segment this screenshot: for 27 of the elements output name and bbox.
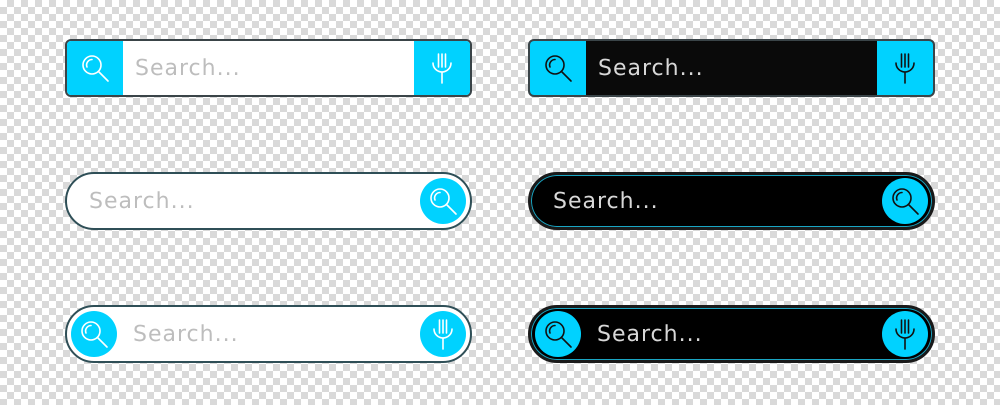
search-icon (79, 319, 109, 349)
search-icon (543, 319, 573, 349)
search-icon (428, 186, 458, 216)
search-icon (80, 53, 110, 83)
search-button[interactable] (530, 41, 586, 95)
search-field[interactable]: Search... (528, 305, 935, 363)
search-input[interactable]: Search... (586, 41, 877, 95)
search-field[interactable]: Search... (65, 305, 472, 363)
search-button[interactable] (882, 178, 928, 224)
microphone-icon (432, 318, 454, 350)
search-input[interactable]: Search... (67, 174, 416, 228)
search-input[interactable]: Search... (585, 308, 878, 360)
search-input[interactable]: Search... (123, 41, 414, 95)
search-button[interactable] (535, 311, 581, 357)
microphone-icon (894, 318, 916, 350)
microphone-icon (894, 52, 916, 84)
search-field[interactable]: Search... (65, 172, 472, 230)
microphone-button[interactable] (882, 311, 928, 357)
search-field[interactable]: Search... (65, 39, 472, 97)
search-field[interactable]: Search... (528, 172, 935, 230)
search-input[interactable]: Search... (121, 307, 416, 361)
microphone-button[interactable] (877, 41, 933, 95)
search-icon (543, 53, 573, 83)
microphone-icon (431, 52, 453, 84)
search-field[interactable]: Search... (528, 39, 935, 97)
search-input[interactable]: Search... (531, 175, 878, 227)
search-icon (890, 186, 920, 216)
